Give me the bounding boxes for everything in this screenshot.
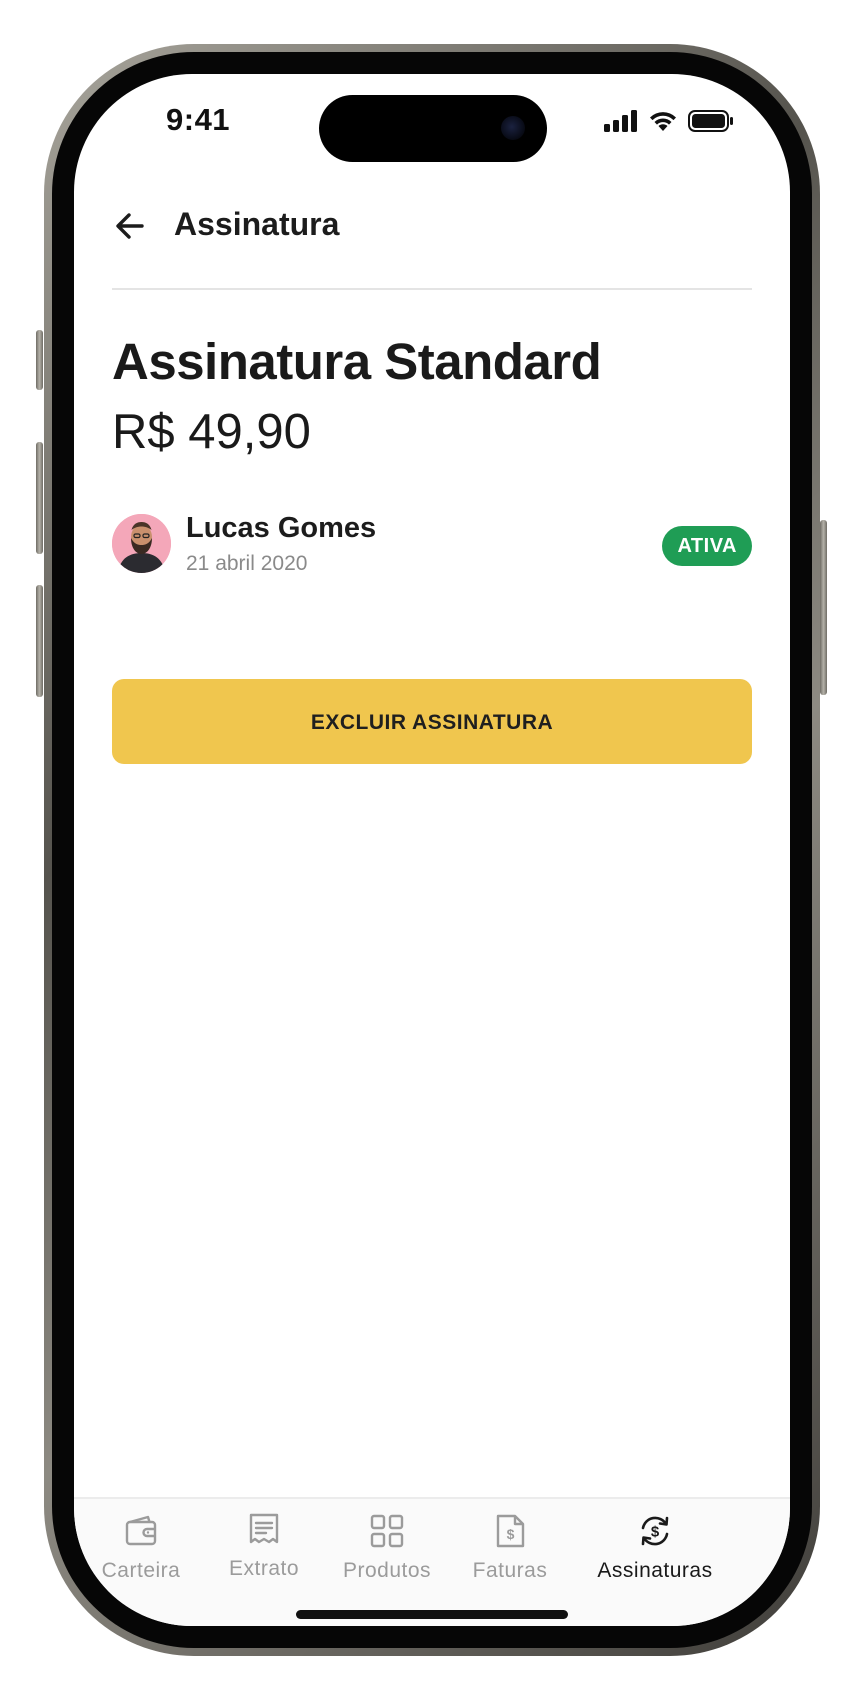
status-badge: ATIVA <box>662 526 752 566</box>
volume-down-button <box>36 585 43 697</box>
tab-assinaturas[interactable]: $ Assinaturas <box>580 1511 730 1601</box>
wallet-icon <box>125 1515 157 1546</box>
volume-up-button <box>36 442 43 554</box>
tab-label: Faturas <box>472 1559 548 1582</box>
svg-text:$: $ <box>651 1524 660 1541</box>
arrow-left-icon[interactable] <box>112 208 148 244</box>
tab-carteira[interactable]: Carteira <box>74 1511 211 1601</box>
subscription-date: 21 abril 2020 <box>186 552 308 575</box>
bottom-tab-bar: Carteira Extrato Produtos $ Faturas $ As… <box>74 1497 790 1626</box>
dynamic-island <box>319 95 547 162</box>
plan-name: Assinatura Standard <box>112 333 602 390</box>
battery-icon <box>688 110 733 132</box>
tab-label: Extrato <box>228 1557 300 1580</box>
wifi-icon <box>650 112 676 131</box>
tab-faturas[interactable]: $ Faturas <box>440 1511 580 1601</box>
subscription-cycle-icon: $ <box>641 1516 669 1546</box>
tab-label: Carteira <box>101 1559 181 1582</box>
front-camera <box>501 116 525 140</box>
cellular-signal-icon <box>604 110 637 132</box>
home-indicator <box>296 1610 568 1619</box>
page-title: Assinatura <box>174 206 340 242</box>
tab-label: Produtos <box>342 1559 432 1582</box>
avatar-portrait <box>112 514 171 573</box>
tab-label: Assinaturas <box>597 1559 713 1582</box>
action-button <box>36 330 43 390</box>
tab-extrato[interactable]: Extrato <box>194 1509 334 1599</box>
avatar <box>112 514 171 573</box>
status-icons <box>604 110 734 132</box>
app-screen: 9:41 Assinatura Assinatura Standard R$ 4… <box>74 74 790 1626</box>
invoice-icon: $ <box>496 1514 525 1548</box>
grid-icon <box>370 1514 404 1548</box>
svg-text:$: $ <box>507 1526 515 1542</box>
subscriber-row: Lucas Gomes 21 abril 2020 ATIVA <box>112 512 752 584</box>
receipt-icon <box>249 1513 279 1544</box>
power-button <box>820 520 827 695</box>
delete-subscription-button[interactable]: EXCLUIR ASSINATURA <box>112 679 752 764</box>
tab-produtos[interactable]: Produtos <box>317 1511 457 1601</box>
status-time: 9:41 <box>166 102 231 137</box>
plan-price: R$ 49,90 <box>112 405 311 459</box>
subscriber-name: Lucas Gomes <box>186 512 377 544</box>
page-header: Assinatura <box>112 190 752 290</box>
